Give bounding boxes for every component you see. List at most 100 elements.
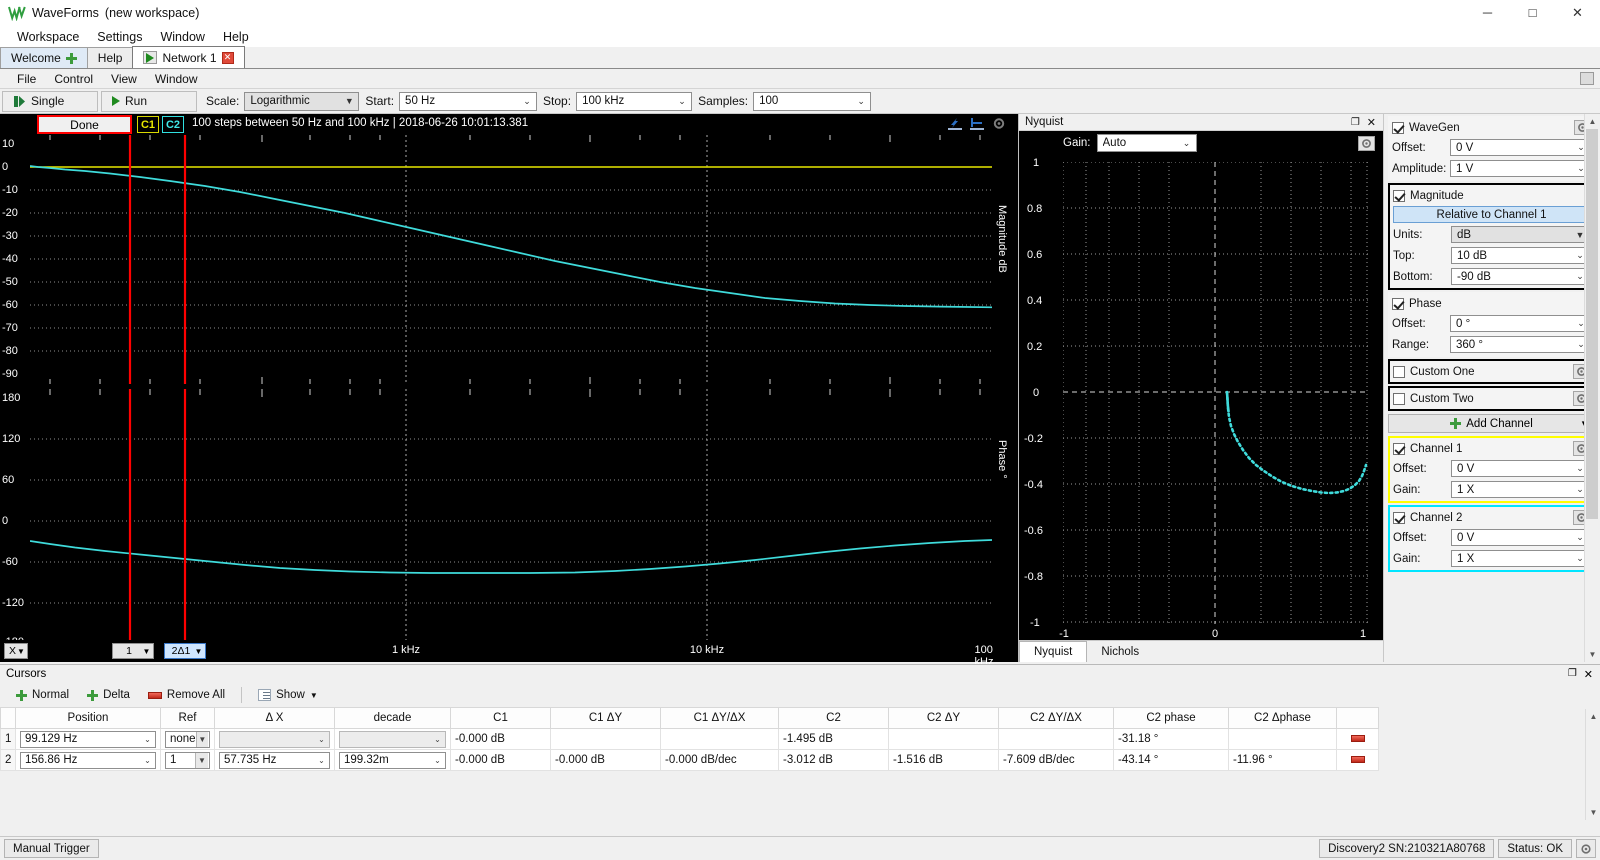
scroll-up-icon[interactable]: ▲: [1587, 116, 1598, 127]
add-channel-button[interactable]: Add Channel ▼: [1388, 414, 1595, 433]
cell-position[interactable]: 99.129 Hz ⌄: [16, 729, 161, 750]
minimize-button[interactable]: ─: [1465, 0, 1510, 26]
col-c2-phase[interactable]: C2 phase: [1114, 708, 1229, 729]
remove-all-cursors-button[interactable]: Remove All: [140, 687, 233, 703]
menu-settings[interactable]: Settings: [88, 28, 151, 46]
scroll-down-icon[interactable]: ▼: [1587, 649, 1598, 660]
channel2-checkbox[interactable]: [1393, 512, 1405, 524]
channel1-gain-input[interactable]: 1 X ⌄: [1451, 481, 1590, 498]
tab-nichols[interactable]: Nichols: [1087, 641, 1153, 662]
plus-icon[interactable]: [66, 53, 77, 64]
col-c2-dydx[interactable]: C2 ΔY/ΔX: [999, 708, 1114, 729]
remove-cursor-icon[interactable]: [1351, 735, 1365, 742]
x-axis-mode-select[interactable]: X ▼: [4, 643, 28, 659]
cell-ref[interactable]: none ▼: [161, 729, 215, 750]
close-icon[interactable]: ✕: [1367, 116, 1376, 129]
restore-icon[interactable]: ❐: [1568, 668, 1577, 681]
tab-nyquist[interactable]: Nyquist: [1019, 641, 1087, 662]
channel2-gain-input[interactable]: 1 X ⌄: [1451, 550, 1590, 567]
channel1-checkbox[interactable]: [1393, 443, 1405, 455]
col-c1-dydx[interactable]: C1 ΔY/ΔX: [661, 708, 779, 729]
cursor1-select[interactable]: 1 ▼: [112, 643, 154, 659]
menu-help[interactable]: Help: [214, 28, 258, 46]
col-c1-dy[interactable]: C1 ΔY: [551, 708, 661, 729]
cursor1-position-input[interactable]: 99.129 Hz ⌄: [20, 731, 156, 748]
samples-input[interactable]: 100 ⌄: [753, 92, 871, 111]
channel1-badge[interactable]: C1: [137, 116, 159, 133]
close-button[interactable]: ✕: [1555, 0, 1600, 26]
cursor1-decade-input[interactable]: ⌄: [339, 731, 446, 748]
phase-plot[interactable]: [30, 389, 992, 645]
scroll-up-icon[interactable]: ▲: [1588, 711, 1599, 722]
table-row[interactable]: 1 99.129 Hz ⌄ none ▼: [1, 729, 1379, 750]
phase-offset-input[interactable]: 0 ° ⌄: [1450, 315, 1591, 332]
channel2-badge[interactable]: C2: [162, 116, 184, 133]
wavegen-offset-input[interactable]: 0 V ⌄: [1450, 139, 1591, 156]
cell-delta-x[interactable]: ⌄: [215, 729, 335, 750]
show-menu-button[interactable]: Show ▼: [250, 687, 326, 703]
table-row[interactable]: 2 156.86 Hz ⌄ 1 ▼: [1, 750, 1379, 771]
panel-toggle-icon[interactable]: [1580, 72, 1594, 85]
menu-view[interactable]: View: [102, 71, 146, 87]
custom-two-checkbox[interactable]: [1393, 393, 1405, 405]
scale-select[interactable]: Logarithmic ▼: [244, 92, 359, 111]
device-status[interactable]: Discovery2 SN:210321A80768: [1319, 839, 1494, 858]
cursor2-delta-x-input[interactable]: 57.735 Hz ⌄: [219, 752, 330, 769]
measure-icon[interactable]: [970, 117, 984, 130]
cursor2-ref-select[interactable]: 1 ▼: [165, 752, 210, 769]
status-badge[interactable]: Status: OK: [1498, 839, 1572, 858]
close-icon[interactable]: ✕: [1584, 668, 1593, 681]
phase-range-input[interactable]: 360 ° ⌄: [1450, 336, 1591, 353]
col-delta-x[interactable]: Δ X: [215, 708, 335, 729]
add-delta-cursor-button[interactable]: Delta: [79, 687, 138, 703]
col-c1[interactable]: C1: [451, 708, 551, 729]
cursor-arrow-icon[interactable]: [948, 117, 962, 130]
run-button[interactable]: Run: [101, 91, 197, 112]
magnitude-plot[interactable]: [30, 135, 992, 384]
add-normal-cursor-button[interactable]: Normal: [8, 687, 77, 703]
magnitude-checkbox[interactable]: [1393, 190, 1405, 202]
gear-icon[interactable]: [1576, 839, 1596, 858]
gear-icon[interactable]: [1358, 136, 1375, 151]
col-ref[interactable]: Ref: [161, 708, 215, 729]
col-c2-dphase[interactable]: C2 Δphase: [1229, 708, 1337, 729]
magnitude-units-select[interactable]: dB ▼: [1451, 226, 1590, 243]
custom-one-checkbox[interactable]: [1393, 366, 1405, 378]
magnitude-bottom-input[interactable]: -90 dB ⌄: [1451, 268, 1590, 285]
cursors-table-scrollbar[interactable]: ▲ ▼: [1585, 709, 1600, 820]
menu-file[interactable]: File: [8, 71, 45, 87]
channel1-offset-input[interactable]: 0 V ⌄: [1451, 460, 1590, 477]
cursor1-delta-x-input[interactable]: ⌄: [219, 731, 330, 748]
cursor2-select[interactable]: 2Δ1 ▼: [164, 643, 206, 659]
cell-delta-x[interactable]: 57.735 Hz ⌄: [215, 750, 335, 771]
menu-window-instrument[interactable]: Window: [146, 71, 207, 87]
nyquist-gain-select[interactable]: Auto ⌄: [1097, 134, 1197, 152]
manual-trigger-button[interactable]: Manual Trigger: [4, 839, 99, 858]
cell-decade[interactable]: 199.32m ⌄: [335, 750, 451, 771]
maximize-button[interactable]: □: [1510, 0, 1555, 26]
cell-remove[interactable]: [1337, 729, 1379, 750]
phase-checkbox[interactable]: [1392, 298, 1404, 310]
tab-help[interactable]: Help: [87, 47, 134, 68]
wavegen-checkbox[interactable]: [1392, 122, 1404, 134]
settings-scrollbar[interactable]: ▲ ▼: [1584, 114, 1599, 662]
menu-workspace[interactable]: Workspace: [8, 28, 88, 46]
menu-window[interactable]: Window: [151, 28, 213, 46]
menu-control[interactable]: Control: [45, 71, 102, 87]
col-c2[interactable]: C2: [779, 708, 889, 729]
col-c2-dy[interactable]: C2 ΔY: [889, 708, 999, 729]
tab-network-1[interactable]: Network 1 ✕: [132, 46, 244, 68]
relative-to-channel-1-button[interactable]: Relative to Channel 1: [1393, 206, 1590, 223]
cell-remove[interactable]: [1337, 750, 1379, 771]
gear-icon[interactable]: [992, 117, 1006, 130]
cell-decade[interactable]: ⌄: [335, 729, 451, 750]
restore-icon[interactable]: ❐: [1351, 117, 1360, 128]
single-button[interactable]: Single: [2, 91, 98, 112]
magnitude-top-input[interactable]: 10 dB ⌄: [1451, 247, 1590, 264]
cursor2-position-input[interactable]: 156.86 Hz ⌄: [20, 752, 156, 769]
remove-cursor-icon[interactable]: [1351, 756, 1365, 763]
wavegen-amplitude-input[interactable]: 1 V ⌄: [1450, 160, 1591, 177]
nyquist-graph[interactable]: [1063, 162, 1368, 627]
start-frequency-input[interactable]: 50 Hz ⌄: [399, 92, 537, 111]
close-icon[interactable]: ✕: [222, 52, 234, 64]
